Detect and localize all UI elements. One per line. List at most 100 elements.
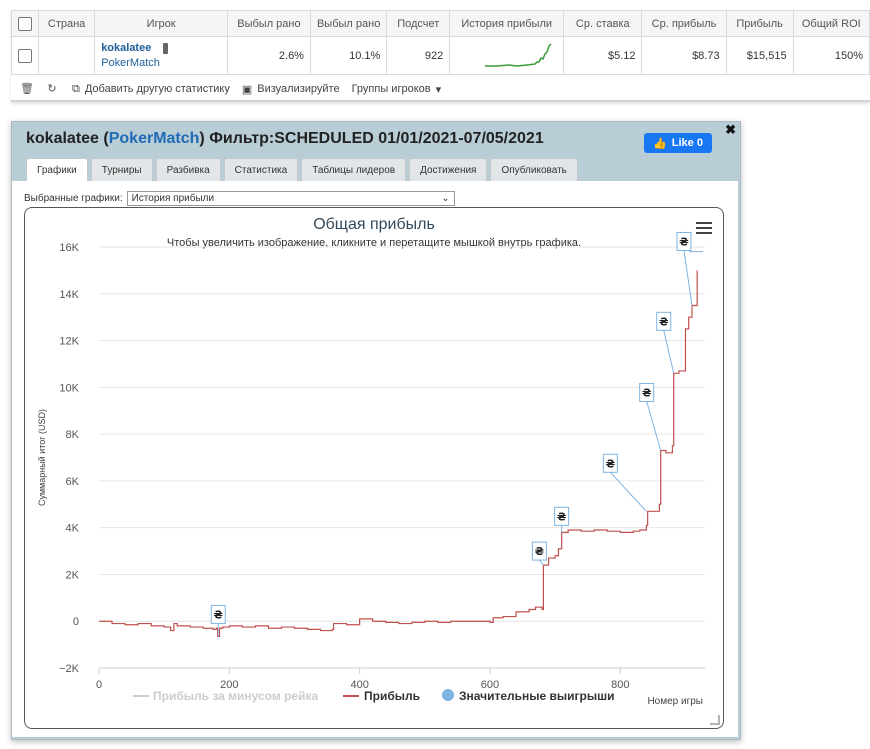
panel-tabs: Графики Турниры Разбивка Статистика Табл… xyxy=(26,158,578,182)
big-win-connector xyxy=(539,559,544,566)
graph-select-label: Выбранные графики: xyxy=(24,193,123,204)
graph-select-dropdown[interactable]: История прибыли ⌄ xyxy=(126,191,455,206)
y-axis-title: Суммарный итог (USD) xyxy=(37,409,47,506)
column-header[interactable]: Подсчет xyxy=(386,10,451,37)
column-header[interactable]: Ср. ставка xyxy=(563,10,643,37)
tab-breakdown[interactable]: Разбивка xyxy=(155,158,221,181)
add-stat-label: Добавить другую статистику xyxy=(84,83,230,95)
player-name-link[interactable]: kokalatee xyxy=(101,42,151,54)
player-groups-dropdown[interactable]: Группы игроков ▾ xyxy=(352,83,442,96)
panel-body: Выбранные графики: История прибыли ⌄ Общ… xyxy=(12,181,738,737)
legend-bigwins-symbol xyxy=(442,689,454,701)
big-win-connector xyxy=(663,330,675,374)
close-icon[interactable]: ✖ xyxy=(725,122,736,138)
trash-icon[interactable]: 🗑 xyxy=(20,83,34,95)
table-header-row: Страна Игрок Выбыл рано Выбыл рано Подсч… xyxy=(11,10,870,37)
panel-title-paren-close: ) xyxy=(199,130,205,147)
panel-player-name: kokalatee xyxy=(26,130,99,147)
y-tick-label: −2K xyxy=(59,663,80,675)
image-icon: ▣ xyxy=(241,83,253,96)
tab-leaderboards[interactable]: Таблицы лидеров xyxy=(301,158,407,181)
player-stats-area: Страна Игрок Выбыл рано Выбыл рано Подсч… xyxy=(11,10,870,102)
y-tick-label: 10K xyxy=(59,382,79,394)
visualize-button[interactable]: ▣ Визуализируйте xyxy=(242,83,340,96)
big-win-flag-icon: ₴ xyxy=(535,545,544,558)
panel-title: kokalatee (PokerMatch) Фильтр:SCHEDULED … xyxy=(26,130,544,148)
column-header[interactable]: Прибыль xyxy=(725,10,794,37)
row-select-cell[interactable] xyxy=(11,36,39,75)
legend-bigwins-label: Значительные выигрыши xyxy=(459,689,615,703)
roi-cell: 150% xyxy=(792,36,870,75)
chevron-down-icon: ⌄ xyxy=(441,193,450,204)
facebook-like-label: Like 0 xyxy=(671,137,703,149)
table-toolbar: 🗑 ↻ ⧉ Добавить другую статистику ▣ Визуали… xyxy=(20,81,447,97)
early-exit-cell: 10.1% xyxy=(309,36,388,75)
column-header[interactable]: Общий ROI xyxy=(792,10,870,37)
big-win-connector xyxy=(609,471,647,512)
select-all-checkbox[interactable] xyxy=(18,16,32,31)
table-row: kokalatee PokerMatch 2.6% 10.1% 922 $5.1… xyxy=(11,36,870,75)
column-header[interactable]: Ср. прибыль xyxy=(641,10,727,37)
graph-select-row: Выбранные графики: История прибыли ⌄ xyxy=(24,191,455,206)
add-stat-button[interactable]: ⧉ Добавить другую статистику xyxy=(72,83,230,96)
resize-grip-icon[interactable] xyxy=(710,715,720,725)
avg-profit-cell: $8.73 xyxy=(641,36,727,75)
profit-series-line xyxy=(99,270,698,638)
big-win-flag-icon: ₴ xyxy=(679,235,688,248)
x-tick-label: 0 xyxy=(96,679,102,691)
panel-site-link[interactable]: PokerMatch xyxy=(109,130,200,147)
mobile-icon xyxy=(163,42,169,54)
player-panel: kokalatee (PokerMatch) Фильтр:SCHEDULED … xyxy=(11,121,741,740)
column-header[interactable]: Страна xyxy=(37,10,96,37)
thumbs-up-icon: 👍 xyxy=(653,137,667,150)
early-exit-cell: 2.6% xyxy=(226,36,311,75)
chevron-down-icon: ▾ xyxy=(435,83,442,96)
graph-select-value: История прибыли xyxy=(131,193,215,204)
player-groups-label: Группы игроков xyxy=(351,83,431,95)
column-header[interactable]: История прибыли xyxy=(449,10,565,37)
tab-statistics[interactable]: Статистика xyxy=(223,158,299,181)
y-tick-label: 16K xyxy=(59,242,79,254)
profit-history-sparkline xyxy=(449,36,565,75)
legend-profit-label: Прибыль xyxy=(364,689,420,703)
tab-tournaments[interactable]: Турниры xyxy=(90,158,153,181)
sparkline-svg xyxy=(485,43,552,67)
select-all-header[interactable] xyxy=(11,10,39,37)
player-site-link[interactable]: PokerMatch xyxy=(101,57,221,69)
big-win-flag-icon: ₴ xyxy=(659,315,668,328)
panel-filter-text: Фильтр:SCHEDULED 01/01/2021-07/05/2021 xyxy=(209,130,544,147)
visualize-label: Визуализируйте xyxy=(257,83,340,95)
big-win-connector xyxy=(646,401,662,451)
profit-cell: $15,515 xyxy=(725,36,794,75)
copy-icon: ⧉ xyxy=(72,82,80,95)
facebook-like-button[interactable]: 👍 Like 0 xyxy=(644,133,712,153)
tab-achievements[interactable]: Достижения xyxy=(409,158,488,181)
y-tick-label: 2K xyxy=(66,569,80,581)
country-cell xyxy=(37,36,96,75)
stats-table: Страна Игрок Выбыл рано Выбыл рано Подсч… xyxy=(11,10,870,75)
y-tick-label: 4K xyxy=(66,523,80,535)
tab-publish[interactable]: Опубликовать xyxy=(490,158,578,181)
avg-stake-cell: $5.12 xyxy=(563,36,643,75)
column-header[interactable]: Игрок xyxy=(94,10,228,37)
refresh-icon[interactable]: ↻ xyxy=(46,83,58,95)
big-win-flag-icon: ₴ xyxy=(606,457,615,470)
big-win-flag-icon: ₴ xyxy=(557,510,566,523)
chart-menu-icon[interactable] xyxy=(696,222,712,234)
row-checkbox[interactable] xyxy=(18,48,32,63)
y-tick-label: 8K xyxy=(66,429,80,441)
tab-graphs[interactable]: Графики xyxy=(26,158,88,182)
player-cell: kokalatee PokerMatch xyxy=(94,36,228,75)
y-tick-label: 12K xyxy=(59,336,79,348)
count-cell: 922 xyxy=(386,36,451,75)
x-axis-title: Номер игры xyxy=(647,696,703,707)
profit-chart[interactable]: Общая прибыль Чтобы увеличить изображение… xyxy=(24,207,724,729)
legend-rake-label: Прибыль за минусом рейка xyxy=(153,689,318,703)
column-header[interactable]: Выбыл рано xyxy=(226,10,311,37)
y-tick-label: 0 xyxy=(73,616,79,628)
chart-title: Общая прибыль xyxy=(313,216,435,233)
column-header[interactable]: Выбыл рано xyxy=(309,10,388,37)
y-tick-label: 6K xyxy=(66,476,80,488)
big-win-flag-icon: ₴ xyxy=(642,386,651,399)
big-win-connector xyxy=(683,250,693,306)
